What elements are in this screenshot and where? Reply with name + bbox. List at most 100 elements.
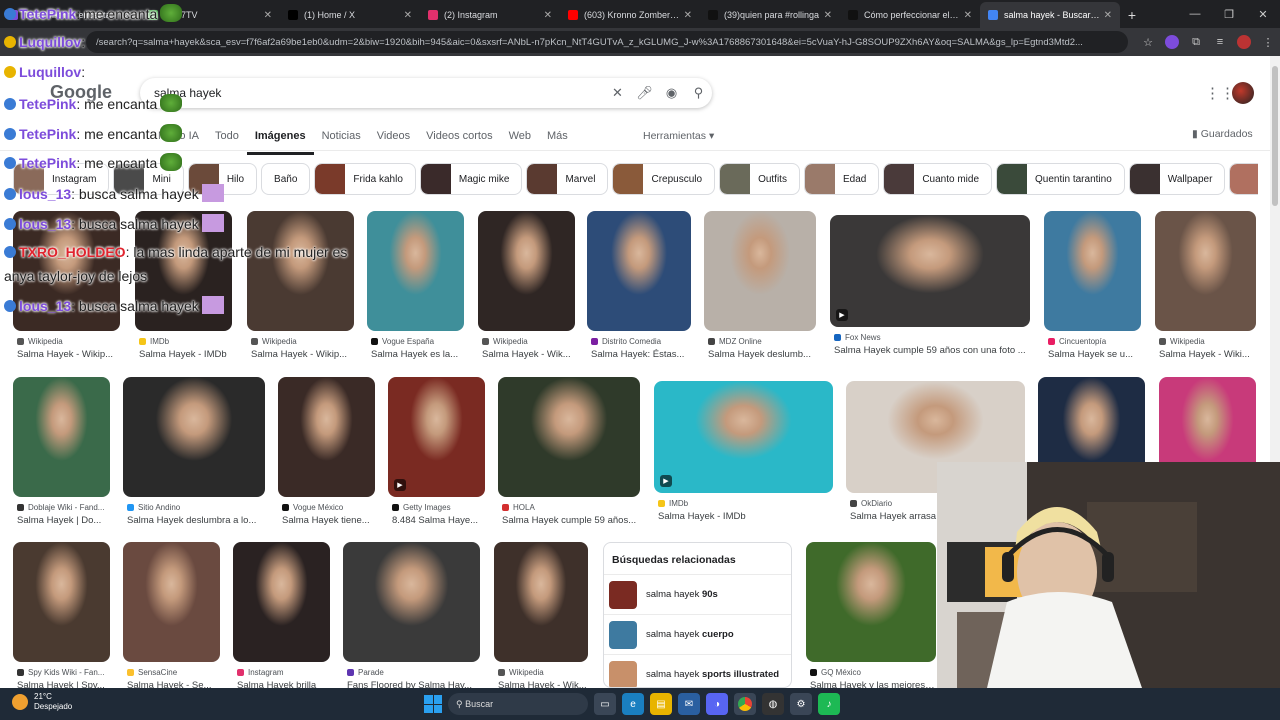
suggestion-chip[interactable]: Outfits	[719, 163, 800, 195]
tab-close-icon[interactable]: ✕	[684, 10, 692, 21]
result-thumbnail[interactable]	[233, 542, 330, 662]
edge-icon[interactable]: e	[622, 693, 644, 715]
result-title[interactable]: Salma Hayek - IMDb	[658, 511, 833, 522]
saved-button[interactable]: ▮ Guardados	[1192, 128, 1253, 140]
image-result[interactable]: Wikipedia Salma Hayek - Wikip...	[13, 211, 120, 365]
tab-close-icon[interactable]: ✕	[124, 10, 132, 21]
result-thumbnail[interactable]	[1155, 211, 1256, 331]
result-thumbnail[interactable]	[247, 211, 354, 331]
result-title[interactable]: Salma Hayek - Wikip...	[17, 349, 120, 360]
result-title[interactable]: Salma Hayek: Éstas...	[591, 349, 691, 360]
result-thumbnail[interactable]	[830, 215, 1030, 327]
suggestion-chip[interactable]: Hilo	[187, 163, 258, 195]
result-title[interactable]: Salma Hayek se u...	[1048, 349, 1141, 360]
suggestion-chip[interactable]: Instagram	[13, 163, 110, 195]
result-title[interactable]: Salma Hayek es la...	[371, 349, 464, 360]
related-search-item[interactable]: salma hayek cuerpo	[604, 615, 791, 655]
tab-close-icon[interactable]: ✕	[964, 10, 972, 21]
tab-close-icon[interactable]: ✕	[544, 10, 552, 21]
chrome-icon[interactable]	[734, 693, 756, 715]
result-thumbnail[interactable]	[587, 211, 691, 331]
result-title[interactable]: Salma Hayek deslumbra a lo...	[127, 515, 265, 526]
obs-icon[interactable]: ◍	[762, 693, 784, 715]
maximize-icon[interactable]: ❐	[1212, 0, 1246, 28]
profile-icon[interactable]	[1232, 31, 1256, 53]
result-thumbnail[interactable]	[704, 211, 816, 331]
image-result[interactable]: SensaCine Salma Hayek - Se...	[123, 542, 220, 696]
image-result[interactable]: Doblaje Wiki - Fand... Salma Hayek | Do..…	[13, 377, 110, 531]
result-thumbnail[interactable]	[13, 377, 110, 497]
suggestion-chip[interactable]: Frida kahlo	[314, 163, 416, 195]
image-result[interactable]: GQ México Salma Hayek y las mejores se...	[806, 542, 936, 696]
image-result[interactable]: Wikipedia Salma Hayek - Wik...	[494, 542, 588, 696]
browser-tab[interactable]: (2) Instagram ✕	[420, 2, 560, 28]
image-result[interactable]: ▶ IMDb Salma Hayek - IMDb	[654, 381, 833, 527]
suggestion-chip[interactable]: Edad	[803, 163, 880, 195]
weather-widget[interactable]: 21°C Despejado	[12, 692, 72, 712]
menu-kebab-icon[interactable]: ⋮	[1256, 31, 1280, 53]
suggestion-chip[interactable]: Baño	[261, 163, 311, 195]
browser-tab[interactable]: eli - 7TV ✕	[140, 2, 280, 28]
result-thumbnail[interactable]	[806, 542, 936, 662]
avatar[interactable]	[1232, 82, 1254, 104]
taskbar-search[interactable]: ⚲ Buscar	[448, 693, 588, 715]
browser-tab[interactable]: (39)quien para #rollinga ✕	[700, 2, 840, 28]
related-search-item[interactable]: salma hayek 90s	[604, 575, 791, 615]
spotify-icon[interactable]: ♪	[818, 693, 840, 715]
browser-tab[interactable]: TetePink: me encanta ✕	[0, 2, 140, 28]
extension-icon[interactable]	[1160, 31, 1184, 53]
tab-close-icon[interactable]: ✕	[404, 10, 412, 21]
windows-start-icon[interactable]	[424, 695, 442, 713]
result-thumbnail[interactable]	[367, 211, 464, 331]
browser-tab[interactable]: salma hayek - Buscar con ✕	[980, 2, 1120, 28]
result-title[interactable]: 8.484 Salma Haye...	[392, 515, 485, 526]
image-result[interactable]: Vogue México Salma Hayek tiene...	[278, 377, 375, 531]
image-result[interactable]: Sitio Andino Salma Hayek deslumbra a lo..…	[123, 377, 265, 531]
image-result[interactable]: Wikipedia Salma Hayek - Wikip...	[247, 211, 354, 365]
result-thumbnail[interactable]	[123, 377, 265, 497]
image-result[interactable]: Wikipedia Salma Hayek - Wiki...	[1155, 211, 1256, 365]
tab-close-icon[interactable]: ✕	[824, 10, 832, 21]
tab-close-icon[interactable]: ✕	[1104, 10, 1112, 21]
image-result[interactable]: Vogue España Salma Hayek es la...	[367, 211, 464, 365]
result-thumbnail[interactable]	[494, 542, 588, 662]
result-title[interactable]: Salma Hayek cumple 59 años...	[502, 515, 640, 526]
result-title[interactable]: Salma Hayek cumple 59 años con una foto …	[834, 345, 1030, 356]
related-search-item[interactable]: salma hayek sports illustrated	[604, 655, 791, 687]
file-explorer-icon[interactable]: ▤	[650, 693, 672, 715]
result-title[interactable]: Salma Hayek tiene...	[282, 515, 375, 526]
tab-close-icon[interactable]: ✕	[264, 10, 272, 21]
image-result[interactable]: Distrito Comedia Salma Hayek: Éstas...	[587, 211, 691, 365]
google-logo[interactable]: Google	[50, 82, 112, 103]
result-thumbnail[interactable]	[654, 381, 833, 493]
suggestion-chip[interactable]: Pe	[1229, 163, 1258, 195]
image-result[interactable]: ▶ Fox News Salma Hayek cumple 59 años con …	[830, 215, 1030, 361]
url-text[interactable]: /search?q=salma+hayek&sca_esv=f7f6af2a69…	[96, 37, 1118, 48]
browser-tab[interactable]: (603) Kronno Zomber - C ✕	[560, 2, 700, 28]
suggestion-chip[interactable]: Marvel	[526, 163, 609, 195]
voice-search-icon[interactable]: 🎤︎	[631, 80, 658, 106]
browser-tab[interactable]: Cómo perfeccionar el me ✕	[840, 2, 980, 28]
image-result[interactable]: HOLA Salma Hayek cumple 59 años...	[498, 377, 640, 531]
suggestion-chip[interactable]: Mini	[113, 163, 184, 195]
search-icon[interactable]: ⚲	[685, 80, 712, 106]
image-result[interactable]: Spy Kids Wiki - Fan... Salma Hayek | Spy.…	[13, 542, 110, 696]
image-result[interactable]: Cincuentopía Salma Hayek se u...	[1044, 211, 1141, 365]
clear-icon[interactable]: ✕	[604, 80, 631, 106]
result-thumbnail[interactable]	[13, 211, 120, 331]
reading-list-icon[interactable]: ≡	[1208, 31, 1232, 53]
result-title[interactable]: Salma Hayek - Wikip...	[251, 349, 354, 360]
result-thumbnail[interactable]	[478, 211, 575, 331]
image-result[interactable]: Instagram Salma Hayek brilla	[233, 542, 330, 696]
result-title[interactable]: Salma Hayek - Wik...	[482, 349, 575, 360]
suggestion-chip[interactable]: Crepusculo	[612, 163, 716, 195]
result-title[interactable]: Salma Hayek | Do...	[17, 515, 110, 526]
omnibox[interactable]: /search?q=salma+hayek&sca_esv=f7f6af2a69…	[86, 31, 1128, 53]
result-title[interactable]: Salma Hayek - IMDb	[139, 349, 232, 360]
image-result[interactable]: IMDb Salma Hayek - IMDb	[135, 211, 232, 365]
settings-icon[interactable]: ⚙	[790, 693, 812, 715]
result-thumbnail[interactable]	[1044, 211, 1141, 331]
image-result[interactable]: MDZ Online Salma Hayek deslumb...	[704, 211, 816, 365]
suggestion-chip[interactable]: Magic mike	[419, 163, 523, 195]
image-result[interactable]: ▶ Getty Images 8.484 Salma Haye...	[388, 377, 485, 531]
